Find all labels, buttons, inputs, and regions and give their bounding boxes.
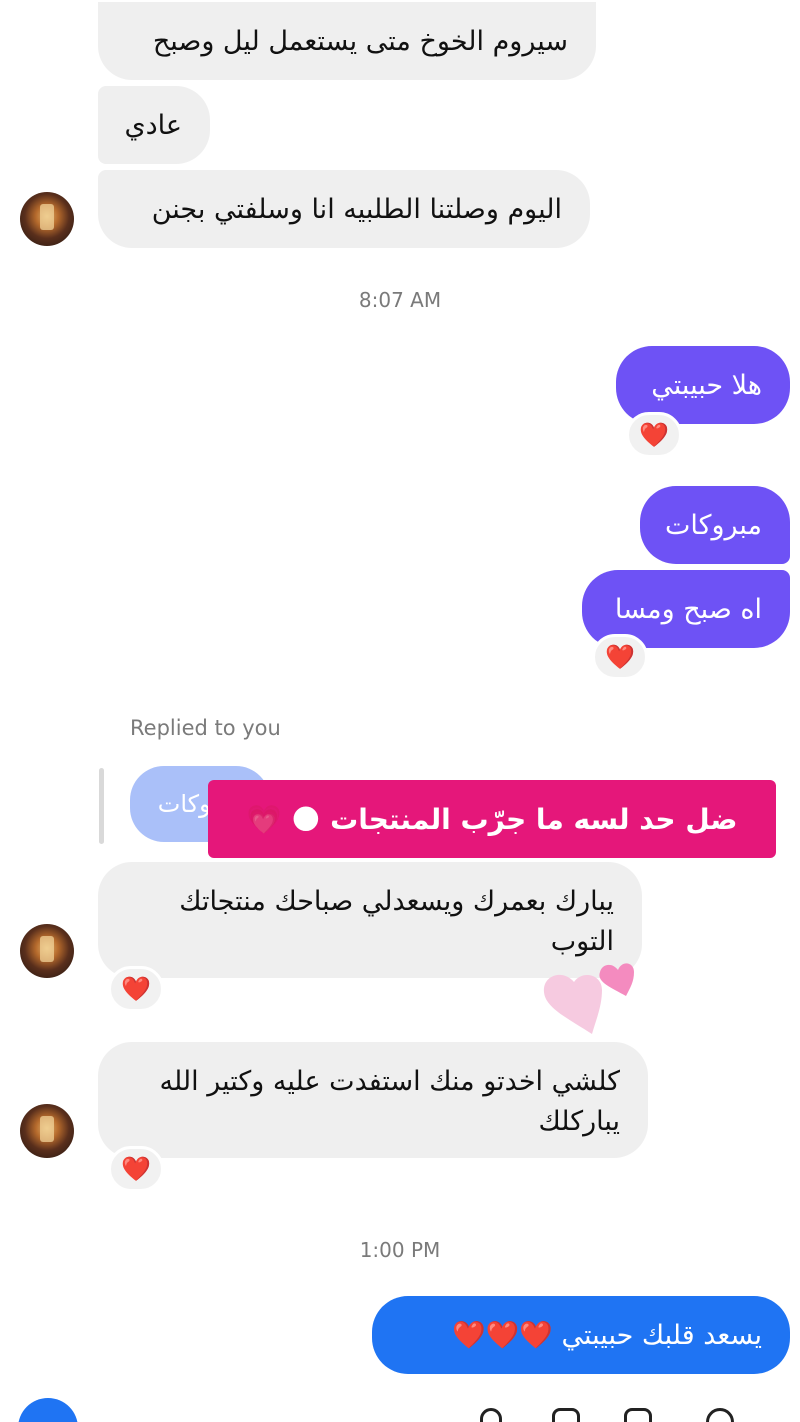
message-text: عادي: [124, 110, 183, 141]
heart-reaction[interactable]: ❤️: [626, 412, 682, 458]
incoming-message[interactable]: اليوم وصلتنا الطلبيه انا وسلفتي بجنن: [98, 170, 590, 248]
sticker-text: ضل حد لسه ما جرّب المنتجات 🌑 💗: [246, 802, 738, 836]
contact-avatar[interactable]: [20, 924, 74, 978]
outgoing-message[interactable]: يسعد قلبك حبيبتي ❤️❤️❤️: [372, 1296, 790, 1374]
timestamp: 8:07 AM: [358, 288, 442, 312]
incoming-message[interactable]: سيروم الخوخ متى يستعمل ليل وصبح: [98, 2, 596, 80]
heart-reaction[interactable]: ❤️: [108, 1146, 164, 1192]
heart-reaction[interactable]: ❤️: [592, 634, 648, 680]
outgoing-message[interactable]: مبروكات: [640, 486, 790, 564]
reply-indicator-line: [99, 768, 104, 844]
message-text: مبروكات: [664, 510, 762, 541]
gallery-icon[interactable]: [552, 1408, 580, 1422]
message-text: اه صبح ومسا: [614, 594, 762, 625]
story-caption-sticker: ضل حد لسه ما جرّب المنتجات 🌑 💗: [208, 780, 776, 858]
contact-avatar[interactable]: [20, 1104, 74, 1158]
message-text: اليوم وصلتنا الطلبيه انا وسلفتي بجنن: [151, 194, 562, 225]
heart-icon: ❤️: [121, 1155, 151, 1183]
message-composer[interactable]: [0, 1392, 800, 1422]
contact-avatar[interactable]: [20, 192, 74, 246]
timestamp: 1:00 PM: [359, 1238, 441, 1262]
message-text: كلشي اخدتو منك استفدت عليه وكتير الله يب…: [159, 1066, 621, 1137]
replied-label: Replied to you: [130, 716, 281, 740]
heart-icon: ❤️: [639, 421, 669, 449]
message-text: يسعد قلبك حبيبتي ❤️❤️❤️: [452, 1320, 762, 1351]
message-text: يبارك بعمرك ويسعدلي صباحك منتجاتك التوب: [179, 886, 614, 957]
heart-icon: ❤️: [121, 975, 151, 1003]
heart-icon: ❤️: [605, 643, 635, 671]
message-text: هلا حبيبتي: [651, 370, 762, 401]
chat-screen: سيروم الخوخ متى يستعمل ليل وصبح عادي الي…: [0, 0, 800, 1422]
message-text: سيروم الخوخ متى يستعمل ليل وصبح: [152, 26, 568, 57]
incoming-message[interactable]: عادي: [98, 86, 210, 164]
sticker-icon[interactable]: [624, 1408, 652, 1422]
incoming-message[interactable]: كلشي اخدتو منك استفدت عليه وكتير الله يب…: [98, 1042, 648, 1158]
heart-reaction[interactable]: ❤️: [108, 966, 164, 1012]
